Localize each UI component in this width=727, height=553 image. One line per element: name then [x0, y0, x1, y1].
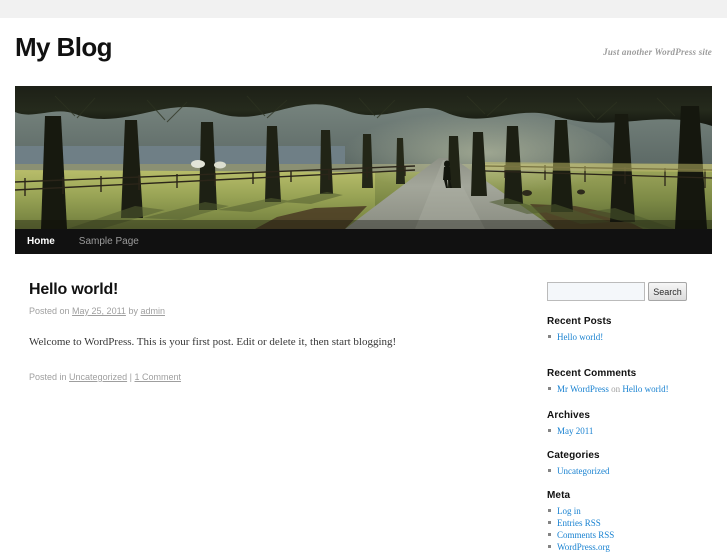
post-content: Welcome to WordPress. This is your first… [29, 334, 509, 350]
widget-title-meta: Meta [547, 490, 571, 501]
meta-entries-rss-link[interactable]: Entries RSS [557, 518, 601, 528]
widget-categories: Categories Uncategorized [547, 449, 717, 477]
list-item[interactable]: Uncategorized [547, 465, 717, 477]
widget-list-recent-comments: Mr WordPress on Hello world! [547, 383, 717, 395]
list-item[interactable]: May 2011 [547, 425, 717, 437]
comment-author-link[interactable]: Mr WordPress [557, 384, 609, 394]
site-title[interactable]: My Blog [15, 32, 113, 62]
nav-link-sample-page[interactable]: Sample Page [67, 229, 151, 254]
comment-post-link[interactable]: Hello world! [622, 384, 668, 394]
category-link[interactable]: Uncategorized [557, 466, 609, 476]
posted-in-label: Posted in [29, 372, 67, 382]
search-input[interactable] [547, 282, 645, 301]
list-item[interactable]: Hello world! [547, 331, 717, 343]
list-item[interactable]: WordPress.org [547, 541, 717, 553]
post-date-link[interactable]: May 25, 2011 [72, 306, 126, 316]
widget-list-meta: Log in Entries RSS Comments RSS WordPres… [547, 505, 717, 553]
main-region: Hello world! Posted on May 25, 2011 by a… [0, 254, 727, 552]
widget-archives: Archives May 2011 [547, 409, 717, 437]
list-item[interactable]: Entries RSS [547, 517, 717, 529]
nav-item-sample-page[interactable]: Sample Page [67, 229, 151, 254]
list-item[interactable]: Comments RSS [547, 529, 717, 541]
nav-item-home[interactable]: Home [15, 229, 67, 254]
recent-post-link[interactable]: Hello world! [557, 332, 603, 342]
list-item[interactable]: Log in [547, 505, 717, 517]
widget-title-archives: Archives [547, 410, 591, 421]
meta-separator: | [129, 372, 132, 382]
post-content-paragraph: Welcome to WordPress. This is your first… [29, 336, 397, 348]
site-branding: My Blog Just another WordPress site [0, 18, 727, 86]
post-title[interactable]: Hello world! [29, 280, 509, 300]
search-form[interactable]: Search [547, 282, 717, 302]
meta-comments-rss-link[interactable]: Comments RSS [557, 530, 614, 540]
widget-title-recent-posts: Recent Posts [547, 316, 612, 327]
widget-meta: Meta Log in Entries RSS Comments RSS Wor… [547, 489, 717, 553]
primary-navigation[interactable]: Home Sample Page [15, 229, 712, 254]
widget-list-archives: May 2011 [547, 425, 717, 437]
top-gray-band [0, 0, 727, 18]
comment-on-label: on [608, 384, 623, 394]
by-label: by [128, 306, 138, 316]
archive-link[interactable]: May 2011 [557, 426, 593, 436]
widget-title-recent-comments: Recent Comments [547, 368, 637, 379]
header-image [15, 86, 712, 229]
widget-recent-comments: Recent Comments Mr WordPress on Hello wo… [547, 367, 717, 395]
site-tagline: Just another WordPress site [603, 47, 712, 57]
post-author-link[interactable]: admin [140, 306, 165, 316]
search-button[interactable]: Search [648, 282, 687, 301]
list-item[interactable]: Mr WordPress on Hello world! [547, 383, 717, 395]
nav-link-home[interactable]: Home [15, 229, 67, 254]
post-footer-meta: Posted in Uncategorized | 1 Comment [29, 371, 509, 383]
widget-title-categories: Categories [547, 450, 600, 461]
site-title-link[interactable]: My Blog [15, 32, 113, 62]
post-meta: Posted on May 25, 2011 by admin [29, 305, 509, 317]
posted-on-label: Posted on [29, 306, 70, 316]
post-article: Hello world! Posted on May 25, 2011 by a… [29, 280, 509, 383]
widget-list-recent-posts: Hello world! [547, 331, 717, 343]
post-title-text: Hello world! [29, 281, 119, 298]
post-comments-link[interactable]: 1 Comment [134, 372, 181, 382]
widget-list-categories: Uncategorized [547, 465, 717, 477]
meta-wordpress-org-link[interactable]: WordPress.org [557, 542, 610, 552]
widget-recent-posts: Recent Posts Hello world! [547, 315, 717, 343]
nav-list: Home Sample Page [15, 229, 712, 254]
meta-login-link[interactable]: Log in [557, 506, 581, 516]
page-root: My Blog Just another WordPress site Home… [0, 0, 727, 552]
header-image-artwork [15, 86, 712, 229]
post-category-link[interactable]: Uncategorized [69, 372, 127, 382]
